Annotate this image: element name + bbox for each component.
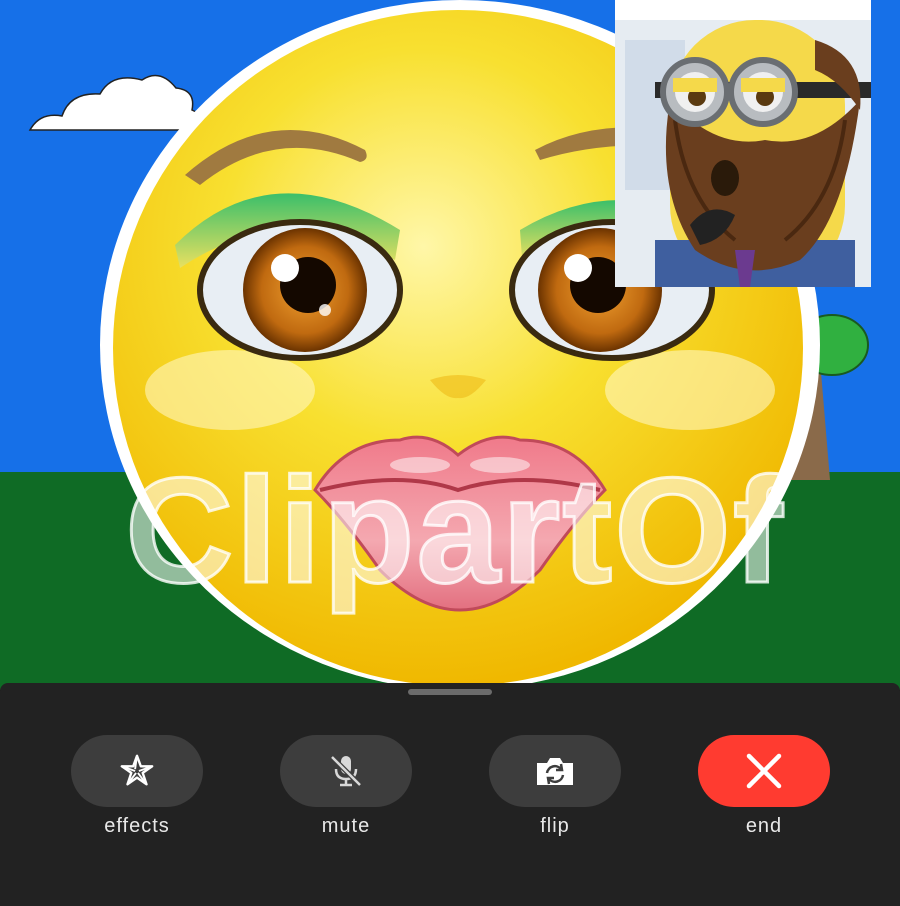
flip-label: flip — [540, 815, 570, 837]
self-view-pip[interactable] — [615, 0, 871, 287]
end-label: end — [745, 815, 783, 837]
tray-grabber-handle[interactable] — [408, 689, 492, 695]
mute-button-circle[interactable] — [280, 735, 412, 807]
mute-label: mute — [321, 815, 371, 837]
star-effects-icon — [120, 754, 154, 786]
end-call-button[interactable]: end — [698, 735, 830, 838]
flip-button-circle[interactable] — [489, 735, 621, 807]
end-button-circle[interactable] — [698, 735, 830, 807]
call-controls-tray: effects mute flip end — [0, 683, 900, 906]
camera-flip-icon — [537, 758, 573, 785]
effects-label: effects — [104, 815, 170, 837]
effects-button-circle[interactable] — [71, 735, 203, 807]
flip-button[interactable]: flip — [489, 735, 621, 838]
mute-button[interactable]: mute — [280, 735, 412, 838]
facetime-call-screen: ClipartOf effects mute flip end — [0, 0, 900, 906]
close-icon — [746, 753, 782, 789]
microphone-slash-icon — [330, 755, 362, 787]
effects-button[interactable]: effects — [71, 735, 203, 838]
